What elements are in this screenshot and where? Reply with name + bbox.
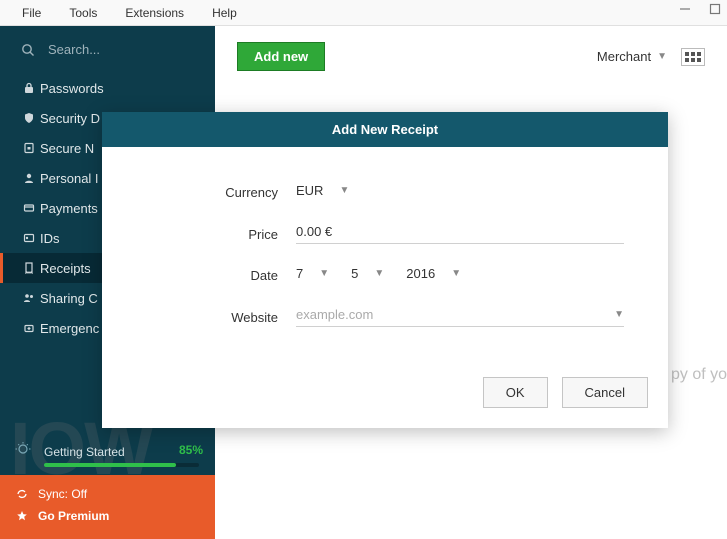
sync-row[interactable]: Sync: Off: [16, 483, 199, 505]
receipt-icon: [18, 262, 40, 274]
getting-started-percent: 85%: [179, 443, 203, 457]
date-month-value: 5: [351, 266, 358, 281]
sync-label: Sync: Off: [38, 487, 87, 501]
website-input[interactable]: example.com ▼: [296, 307, 624, 327]
ok-button[interactable]: OK: [483, 377, 548, 408]
sidebar-item-label: Receipts: [40, 261, 91, 276]
chevron-down-icon: ▼: [451, 268, 461, 279]
date-label: Date: [146, 268, 296, 283]
price-input[interactable]: 0.00 €: [296, 224, 624, 244]
search-placeholder: Search...: [48, 42, 100, 57]
currency-label: Currency: [146, 185, 296, 200]
getting-started-label: Getting Started: [44, 445, 125, 459]
search-box[interactable]: Search...: [0, 26, 215, 73]
lock-icon: [18, 82, 40, 94]
go-premium-row[interactable]: Go Premium: [16, 505, 199, 527]
card-icon: [18, 202, 40, 214]
price-value: 0.00 €: [296, 224, 332, 239]
sidebar-item-label: Emergenc: [40, 321, 99, 336]
price-label: Price: [146, 227, 296, 242]
menu-file[interactable]: File: [8, 2, 55, 24]
currency-value: EUR: [296, 183, 323, 198]
bulb-icon: [14, 441, 32, 459]
date-month-select[interactable]: 5▼: [351, 266, 384, 281]
getting-started[interactable]: Getting Started 85%: [0, 435, 215, 475]
sidebar-item-label: Security D: [40, 111, 100, 126]
sort-label: Merchant: [597, 49, 651, 64]
sidebar-item-label: Payments: [40, 201, 98, 216]
chevron-down-icon: ▼: [319, 268, 329, 279]
sort-dropdown[interactable]: Merchant ▼: [597, 49, 667, 64]
star-icon: [16, 510, 38, 522]
go-premium-label: Go Premium: [38, 509, 109, 523]
premium-panel: Sync: Off Go Premium: [0, 475, 215, 539]
sidebar-item-label: IDs: [40, 231, 60, 246]
add-new-button[interactable]: Add new: [237, 42, 325, 71]
cancel-button[interactable]: Cancel: [562, 377, 648, 408]
window-minimize-icon[interactable]: [679, 3, 691, 15]
id-icon: [18, 232, 40, 244]
chevron-down-icon: ▼: [374, 268, 384, 279]
person-icon: [18, 172, 40, 184]
chevron-down-icon: ▼: [614, 309, 624, 320]
sidebar-item-label: Sharing C: [40, 291, 98, 306]
currency-select[interactable]: EUR ▼: [296, 183, 349, 198]
date-day-select[interactable]: 7▼: [296, 266, 329, 281]
add-receipt-modal: Add New Receipt Currency EUR ▼ Price 0.0…: [102, 112, 668, 428]
sidebar-item-label: Personal I: [40, 171, 99, 186]
progress-bar: [44, 463, 199, 467]
website-label: Website: [146, 310, 296, 325]
sidebar-item-passwords[interactable]: Passwords: [0, 73, 215, 103]
search-icon: [18, 43, 38, 57]
date-day-value: 7: [296, 266, 303, 281]
date-year-select[interactable]: 2016 ▼: [406, 266, 461, 281]
window-maximize-icon[interactable]: [709, 3, 721, 15]
menu-extensions[interactable]: Extensions: [111, 2, 198, 24]
chevron-down-icon: ▼: [339, 185, 349, 196]
truncated-text: py of yo: [671, 366, 727, 384]
sidebar-item-label: Secure N: [40, 141, 94, 156]
medkit-icon: [18, 322, 40, 334]
modal-title: Add New Receipt: [102, 112, 668, 147]
chevron-down-icon: ▼: [657, 51, 667, 62]
sidebar-item-label: Passwords: [40, 81, 104, 96]
website-placeholder: example.com: [296, 307, 373, 322]
sync-icon: [16, 488, 38, 500]
menu-tools[interactable]: Tools: [55, 2, 111, 24]
people-icon: [18, 292, 40, 304]
menubar: File Tools Extensions Help: [0, 0, 727, 26]
menu-help[interactable]: Help: [198, 2, 251, 24]
grid-view-icon[interactable]: [681, 48, 705, 66]
date-year-value: 2016: [406, 266, 435, 281]
shield-icon: [18, 112, 40, 124]
note-lock-icon: [18, 142, 40, 154]
